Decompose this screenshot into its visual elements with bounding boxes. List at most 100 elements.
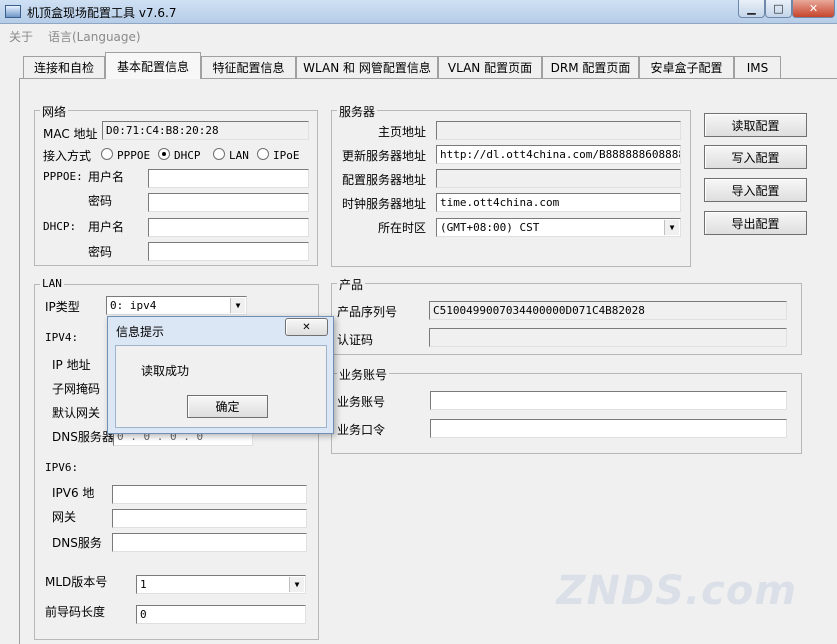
mld-version-value: 1 — [140, 578, 147, 591]
tab-connect-selftest[interactable]: 连接和自检 — [23, 56, 105, 78]
watermark-logo: ZNDS.com — [556, 568, 797, 614]
dhcp-password-input[interactable] — [148, 242, 309, 261]
serial-field[interactable]: C5100499007034400000D071C4B82028 — [429, 301, 787, 320]
dhcp-password-label: 密码 — [88, 245, 113, 259]
server-legend: 服务器 — [337, 103, 378, 120]
radio-ipoe-circle[interactable] — [257, 148, 269, 160]
radio-pppoe-circle[interactable] — [101, 148, 113, 160]
tab-basic-config[interactable]: 基本配置信息 — [105, 52, 201, 79]
iptype-value: 0: ipv4 — [110, 299, 157, 312]
mac-field[interactable]: D0:71:C4:B8:20:28 — [102, 121, 309, 140]
radio-dhcp-circle[interactable] — [158, 148, 170, 160]
ipv6-address-input[interactable] — [112, 485, 307, 504]
network-legend: 网络 — [40, 103, 69, 120]
tab-wlan-config[interactable]: WLAN 和 网管配置信息 — [296, 56, 438, 78]
message-dialog: 信息提示 ✕ 读取成功 确定 — [107, 316, 334, 434]
serial-label: 产品序列号 — [337, 305, 398, 319]
ipv6-gateway-input[interactable] — [112, 509, 307, 528]
business-password-label: 业务口令 — [337, 423, 386, 437]
ipv6-gateway-label: 网关 — [52, 510, 77, 524]
tab-android-config[interactable]: 安卓盒子配置 — [639, 56, 734, 78]
export-config-button[interactable]: 导出配置 — [704, 211, 807, 235]
tab-vlan-config[interactable]: VLAN 配置页面 — [438, 56, 542, 78]
clock-server-label: 时钟服务器地址 — [342, 197, 427, 211]
update-server-label: 更新服务器地址 — [342, 149, 427, 163]
pppoe-prefix: PPPOE: — [43, 170, 83, 183]
business-password-input[interactable] — [430, 419, 787, 438]
business-legend: 业务账号 — [337, 366, 390, 383]
radio-dhcp[interactable] — [158, 148, 170, 163]
prefix-length-label: 前导码长度 — [45, 605, 106, 619]
mld-version-label: MLD版本号 — [45, 575, 108, 589]
radio-pppoe[interactable] — [101, 148, 113, 163]
pppoe-username-input[interactable] — [148, 169, 309, 188]
lan-legend: LAN — [40, 277, 64, 290]
timezone-value: (GMT+08:00) CST — [440, 221, 540, 234]
timezone-select[interactable]: (GMT+08:00) CST ▼ — [436, 218, 681, 237]
dialog-message: 读取成功 — [141, 364, 190, 378]
homepage-field[interactable] — [436, 121, 681, 140]
dialog-close-button[interactable]: ✕ — [285, 318, 328, 336]
iptype-select[interactable]: 0: ipv4 ▼ — [106, 296, 247, 315]
pppoe-username-label: 用户名 — [88, 170, 125, 184]
read-config-button[interactable]: 读取配置 — [704, 113, 807, 137]
subnet-mask-label: 子网掩码 — [52, 382, 101, 396]
title-bar: 机顶盒现场配置工具 v7.6.7 ▁ □ ✕ — [0, 0, 837, 24]
dhcp-username-label: 用户名 — [88, 220, 125, 234]
chevron-down-icon[interactable]: ▼ — [230, 298, 245, 313]
dhcp-username-input[interactable] — [148, 218, 309, 237]
ipv6-label: IPV6: — [45, 461, 79, 474]
radio-pppoe-label: PPPOE — [117, 149, 151, 162]
maximize-button[interactable]: □ — [765, 0, 792, 18]
ipv6-dns-input[interactable] — [112, 533, 307, 552]
dialog-body: 读取成功 确定 — [115, 345, 327, 428]
menu-language[interactable]: 语言(Language) — [48, 28, 141, 45]
tab-ims[interactable]: IMS — [734, 56, 781, 78]
radio-dhcp-label: DHCP — [174, 149, 201, 162]
iptype-label: IP类型 — [45, 300, 80, 314]
radio-lan-circle[interactable] — [213, 148, 225, 160]
dialog-ok-button[interactable]: 确定 — [187, 395, 268, 418]
import-config-button[interactable]: 导入配置 — [704, 178, 807, 202]
ip-address-label: IP 地址 — [52, 358, 91, 372]
config-server-field[interactable] — [436, 169, 681, 188]
pppoe-password-input[interactable] — [148, 193, 309, 212]
close-button[interactable]: ✕ — [792, 0, 835, 18]
chevron-down-icon[interactable]: ▼ — [289, 577, 304, 592]
clock-server-input[interactable]: time.ott4china.com — [436, 193, 681, 212]
menu-about[interactable]: 关于 — [9, 28, 33, 45]
mac-label: MAC 地址 — [43, 127, 98, 141]
radio-ipoe[interactable] — [257, 148, 269, 163]
app-icon — [5, 5, 21, 18]
mld-version-select[interactable]: 1 ▼ — [136, 575, 306, 594]
pppoe-password-label: 密码 — [88, 194, 113, 208]
window-title: 机顶盒现场配置工具 v7.6.7 — [27, 6, 177, 20]
tab-drm-config[interactable]: DRM 配置页面 — [542, 56, 639, 78]
config-server-label: 配置服务器地址 — [342, 173, 427, 187]
minimize-button[interactable]: ▁ — [738, 0, 765, 18]
radio-lan-label: LAN — [229, 149, 249, 162]
write-config-button[interactable]: 写入配置 — [704, 145, 807, 169]
menu-bar: 关于 语言(Language) — [0, 24, 837, 46]
dhcp-prefix: DHCP: — [43, 220, 77, 233]
update-server-input[interactable]: http://dl.ott4china.com/B8888886088888AV — [436, 145, 681, 164]
dns-server-label: DNS服务器 — [52, 430, 114, 444]
auth-code-label: 认证码 — [337, 333, 374, 347]
prefix-length-input[interactable]: 0 — [136, 605, 306, 624]
timezone-label: 所在时区 — [378, 221, 427, 235]
auth-code-field[interactable] — [429, 328, 787, 347]
business-account-input[interactable] — [430, 391, 787, 410]
ipv6-dns-label: DNS服务 — [52, 536, 102, 550]
access-label: 接入方式 — [43, 149, 92, 163]
radio-lan[interactable] — [213, 148, 225, 163]
gateway-label: 默认网关 — [52, 406, 101, 420]
homepage-label: 主页地址 — [378, 125, 427, 139]
radio-ipoe-label: IPoE — [273, 149, 300, 162]
chevron-down-icon[interactable]: ▼ — [664, 220, 679, 235]
ipv4-label: IPV4: — [45, 331, 79, 344]
tab-feature-config[interactable]: 特征配置信息 — [201, 56, 296, 78]
ipv6-address-label: IPV6 地 — [52, 486, 95, 500]
business-account-label: 业务账号 — [337, 395, 386, 409]
product-legend: 产品 — [337, 276, 366, 293]
business-group — [331, 373, 802, 454]
